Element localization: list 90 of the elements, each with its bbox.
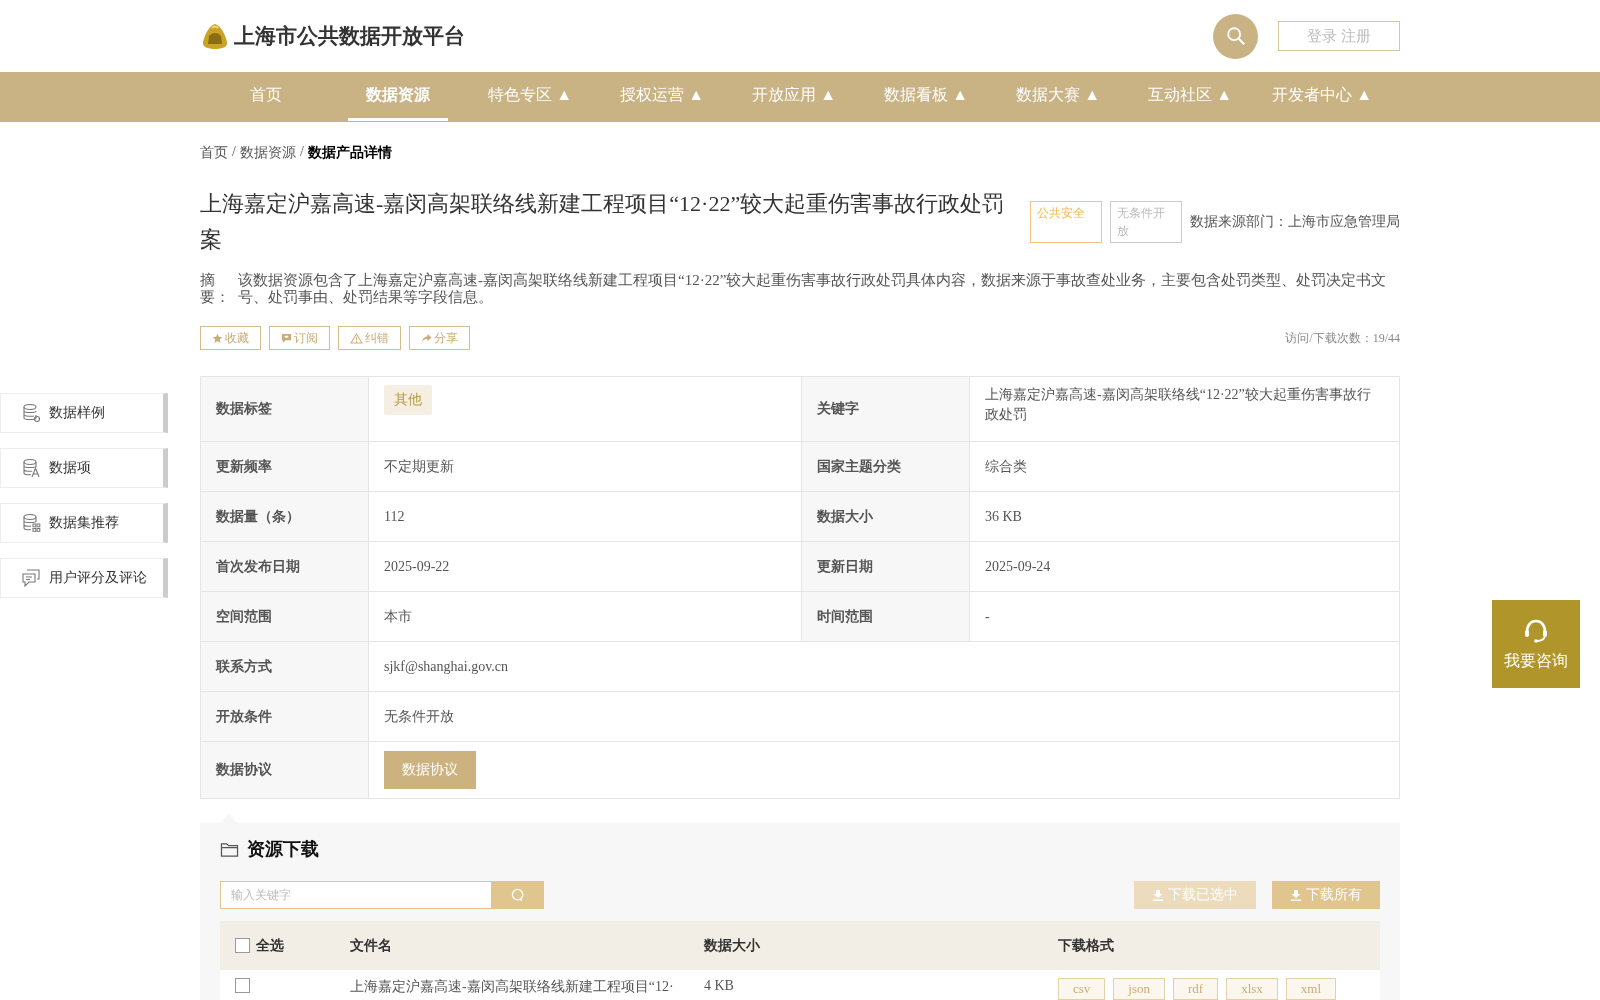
data-tag: 其他 (384, 385, 432, 415)
dataset-title: 上海嘉定沪嘉高速-嘉闵高架联络线新建工程项目“12·22”较大起重伤害事故行政处罚案 (200, 190, 1006, 254)
folder-icon (220, 840, 239, 858)
database-icon (21, 513, 41, 533)
search-icon (1224, 25, 1247, 47)
keyword-field[interactable]: 输入关键字 (220, 881, 492, 909)
column-header: 文件名 (350, 936, 392, 955)
field-label: 关键字 (802, 377, 970, 441)
breadcrumb-link[interactable]: 首页 (200, 144, 228, 162)
download-button[interactable]: 下载所有 (1272, 881, 1380, 909)
breadcrumb-separator: / (232, 144, 236, 161)
column-header: 下载格式 (1058, 936, 1114, 955)
field-value: 不定期更新 (384, 457, 454, 476)
category-tag: 公共安全 (1030, 201, 1102, 243)
field-label: 更新频率 (201, 442, 369, 491)
sidebar-item[interactable]: 数据集推荐 (0, 503, 168, 543)
field-value: 2025-09-24 (985, 557, 1051, 576)
field-label: 联系方式 (201, 642, 369, 691)
field-label: 时间范围 (802, 592, 970, 641)
nav-tab[interactable]: 授权运营 ▲ (596, 72, 728, 121)
field-value: 综合类 (985, 457, 1027, 476)
search-button[interactable] (492, 881, 544, 909)
field-label: 国家主题分类 (802, 442, 970, 491)
breadcrumb-link[interactable]: 数据资源 (239, 144, 296, 162)
action-button[interactable]: 订阅 (269, 326, 330, 350)
action-button[interactable]: 分享 (409, 326, 470, 350)
download-icon (1290, 889, 1302, 901)
field-label: 数据量（条） (201, 492, 369, 541)
site-title: 上海市公共数据开放平台 (234, 23, 465, 49)
sidebar-item[interactable]: 用户评分及评论 (0, 558, 168, 598)
format-link[interactable]: xlsx (1226, 978, 1278, 1000)
checkbox[interactable] (235, 978, 250, 993)
breadcrumb-separator: / (299, 144, 304, 161)
nav-tab[interactable]: 数据大赛 ▲ (992, 72, 1124, 121)
field-label: 数据协议 (201, 742, 369, 798)
visit-count: 访问/下载次数：19/44 (1285, 329, 1400, 347)
format-link[interactable]: json (1113, 978, 1165, 1000)
breadcrumb-link[interactable]: 数据产品详情 (307, 144, 392, 162)
checkbox[interactable] (235, 938, 250, 953)
field-value: 36 KB (985, 507, 1022, 526)
nav-tab[interactable]: 互动社区 ▲ (1124, 72, 1256, 121)
nav-tab[interactable]: 数据看板 ▲ (860, 72, 992, 121)
search-button[interactable] (1213, 13, 1258, 59)
format-link[interactable]: csv (1058, 978, 1106, 1000)
field-value: 112 (384, 507, 405, 526)
star-icon (212, 332, 223, 344)
file-name: 上海嘉定沪嘉高速-嘉闵高架联络线新建工程项目“12· (350, 978, 674, 996)
database-icon (21, 403, 41, 423)
comment-icon (21, 568, 41, 588)
login-button[interactable]: 登录 注册 (1278, 21, 1400, 51)
column-header: 数据大小 (704, 936, 760, 955)
abstract-text: 该数据资源包含了上海嘉定沪嘉高速-嘉闵高架联络线新建工程项目“12·22”较大起重伤害事故行政处罚具体内容，数据来源于事故查处业务，主要包含处罚类型、处罚决定书文号、处罚事由、处罚结果等字段信息。 (238, 272, 1388, 306)
column-header: 全选 (256, 936, 284, 955)
source-department: 数据来源部门：上海市应急管理局 (1190, 213, 1400, 231)
field-label: 数据大小 (802, 492, 970, 541)
share-icon (421, 332, 432, 344)
agreement-button[interactable]: 数据协议 (384, 751, 476, 789)
field-value: 本市 (384, 607, 412, 626)
field-value: 无条件开放 (384, 707, 454, 726)
sidebar-item[interactable]: 数据样例 (0, 393, 168, 433)
field-label: 空间范围 (201, 592, 369, 641)
nav-tab[interactable]: 开发者中心 ▲ (1256, 72, 1388, 121)
nav-tab[interactable]: 数据资源 (348, 72, 448, 121)
category-tag: 无条件开放 (1110, 201, 1182, 243)
field-label: 更新日期 (802, 542, 970, 591)
field-label: 数据标签 (201, 377, 369, 441)
field-value: 2025-09-22 (384, 557, 450, 576)
nav-tab[interactable]: 首页 (200, 72, 332, 121)
nav-tab[interactable]: 特色专区 ▲ (464, 72, 596, 121)
field-value: - (985, 607, 990, 626)
nav-tab[interactable]: 开放应用 ▲ (728, 72, 860, 121)
download-icon (1152, 889, 1164, 901)
action-button[interactable]: 纠错 (338, 326, 401, 350)
database-icon (21, 458, 41, 478)
abstract-label: 摘要： (200, 272, 231, 306)
logo-icon (200, 22, 230, 50)
sidebar-item[interactable]: 数据项 (0, 448, 168, 488)
field-label: 开放条件 (201, 692, 369, 741)
format-link[interactable]: rdf (1173, 978, 1219, 1000)
file-size: 4 KB (704, 978, 734, 994)
field-value: sjkf@shanghai.gov.cn (384, 657, 508, 676)
consult-button[interactable]: 我要咨询 (1492, 600, 1580, 688)
message-icon (281, 332, 292, 344)
section-title: 资源下载 (247, 838, 319, 861)
search-icon (510, 887, 526, 903)
format-link[interactable]: xml (1285, 978, 1337, 1000)
field-value: 上海嘉定沪嘉高速-嘉闵高架联络线“12·22”较大起重伤害事故行政处罚 (985, 386, 1372, 424)
warning-icon (350, 332, 363, 344)
field-label: 首次发布日期 (201, 542, 369, 591)
action-button[interactable]: 收藏 (200, 326, 261, 350)
